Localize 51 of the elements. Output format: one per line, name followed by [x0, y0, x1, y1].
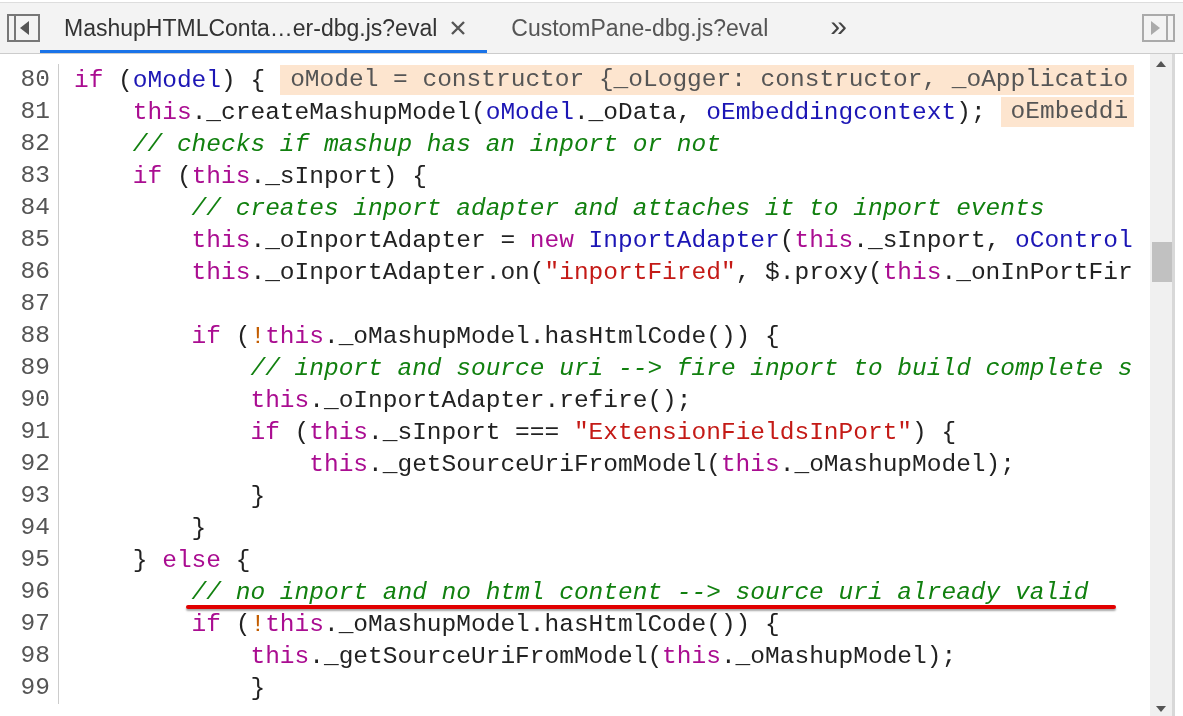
file-tab[interactable]: MashupHTMLConta…er-dbg.js?eval [40, 6, 488, 53]
code-line: } else { [131, 546, 251, 574]
code-line: } [249, 674, 266, 702]
code-line: // creates inport adapter and attaches it to inport events [190, 194, 1045, 222]
line-number: 94 [0, 512, 59, 544]
toggle-sidebar-icon[interactable] [6, 14, 40, 42]
line-number: 98 [0, 640, 59, 672]
code-line: if (oModel) { [73, 66, 266, 94]
file-tab[interactable]: CustomPane-dbg.js?eval [487, 6, 791, 53]
line-number: 88 [0, 320, 59, 352]
line-number: 86 [0, 256, 59, 288]
code-line: if (!this._oMashupModel.hasHtmlCode()) { [190, 610, 780, 638]
code-line: // inport and source uri --> fire inport to build complete s [249, 354, 1133, 382]
line-number: 92 [0, 448, 59, 480]
line-number: 90 [0, 384, 59, 416]
line-number: 97 [0, 608, 59, 640]
scroll-down-icon[interactable] [1155, 705, 1167, 713]
inline-value-hint: oModel = constructor {_oLogger: constructor, _oApplicatio [280, 65, 1135, 95]
line-number: 99 [0, 672, 59, 704]
code-line: if (!this._oMashupModel.hasHtmlCode()) { [190, 322, 780, 350]
code-line: // checks if mashup has an inport or not [131, 130, 721, 158]
code-line: } [190, 514, 207, 542]
line-number: 84 [0, 192, 59, 224]
code-line: } [249, 482, 266, 510]
scroll-thumb[interactable] [1152, 242, 1172, 282]
code-line: if (this._sInport === "ExtensionFieldsInPort") { [249, 418, 957, 446]
line-number: 89 [0, 352, 59, 384]
code-line: // no inport and no html content --> source uri already valid [190, 578, 1089, 606]
code-line: this._createMashupModel(oModel._oData, oEmbeddingcontext); [131, 98, 986, 126]
line-number: 96 [0, 576, 59, 608]
inline-value-hint: oEmbeddi [1000, 97, 1135, 127]
toggle-panel-icon[interactable] [1141, 14, 1175, 42]
code-line: this._oInportAdapter.refire(); [249, 386, 692, 414]
line-number: 81 [0, 96, 59, 128]
line-number: 87 [0, 288, 59, 320]
line-number: 93 [0, 480, 59, 512]
code-line: this._oInportAdapter = new InportAdapter(this._sInport, oControl [190, 226, 1133, 254]
line-number: 85 [0, 224, 59, 256]
scrollbar[interactable] [1150, 54, 1172, 716]
code-line: this._oInportAdapter.on("inportFired", $.proxy(this._onInPortFir [190, 258, 1133, 286]
line-number: 95 [0, 544, 59, 576]
code-line: if (this._sInport) { [131, 162, 427, 190]
line-number: 80 [0, 64, 59, 96]
close-icon[interactable] [451, 21, 466, 35]
more-tabs-button[interactable]: » [790, 3, 865, 53]
scroll-up-icon[interactable] [1155, 60, 1167, 68]
code-line: this._getSourceUriFromModel(this._oMashupModel); [308, 450, 1015, 478]
line-number: 82 [0, 128, 59, 160]
line-number: 83 [0, 160, 59, 192]
line-number: 91 [0, 416, 59, 448]
code-line: this._getSourceUriFromModel(this._oMashupModel); [249, 642, 957, 670]
